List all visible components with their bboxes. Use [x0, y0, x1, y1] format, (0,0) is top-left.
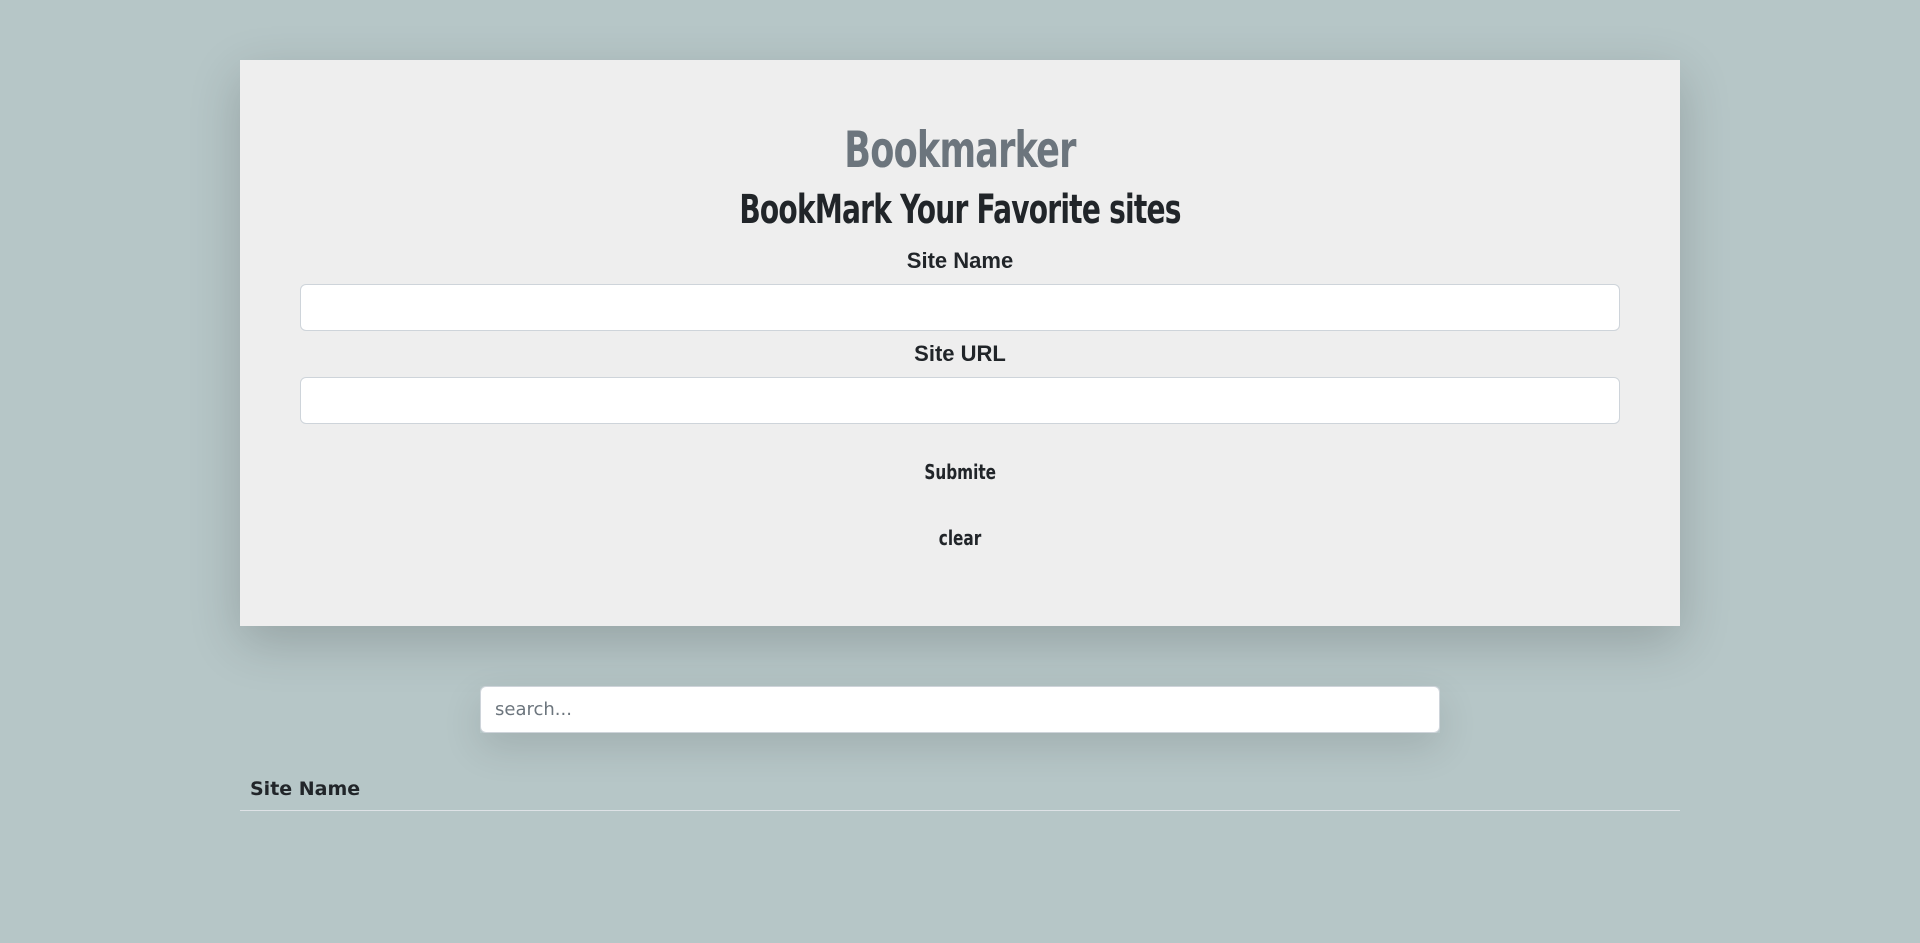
app-title: Bookmarker [844, 121, 1076, 179]
column-header-site-name: Site Name [240, 770, 1680, 811]
bookmarks-table: Site Name [240, 770, 1680, 811]
bookmark-form-card: Bookmarker BookMark Your Favorite sites … [240, 60, 1680, 626]
page-subtitle: BookMark Your Favorite sites [739, 187, 1181, 233]
submit-button[interactable]: Submite [919, 454, 1001, 490]
table-header-row: Site Name [240, 770, 1680, 811]
site-name-label: Site Name [906, 248, 1014, 273]
site-url-label: Site URL [914, 341, 1006, 366]
search-input[interactable] [480, 686, 1440, 733]
bookmarks-table-container: Site Name [240, 770, 1680, 811]
clear-button[interactable]: clear [934, 520, 987, 556]
site-url-input[interactable] [300, 377, 1620, 424]
site-name-input[interactable] [300, 284, 1620, 331]
search-container [480, 686, 1440, 733]
